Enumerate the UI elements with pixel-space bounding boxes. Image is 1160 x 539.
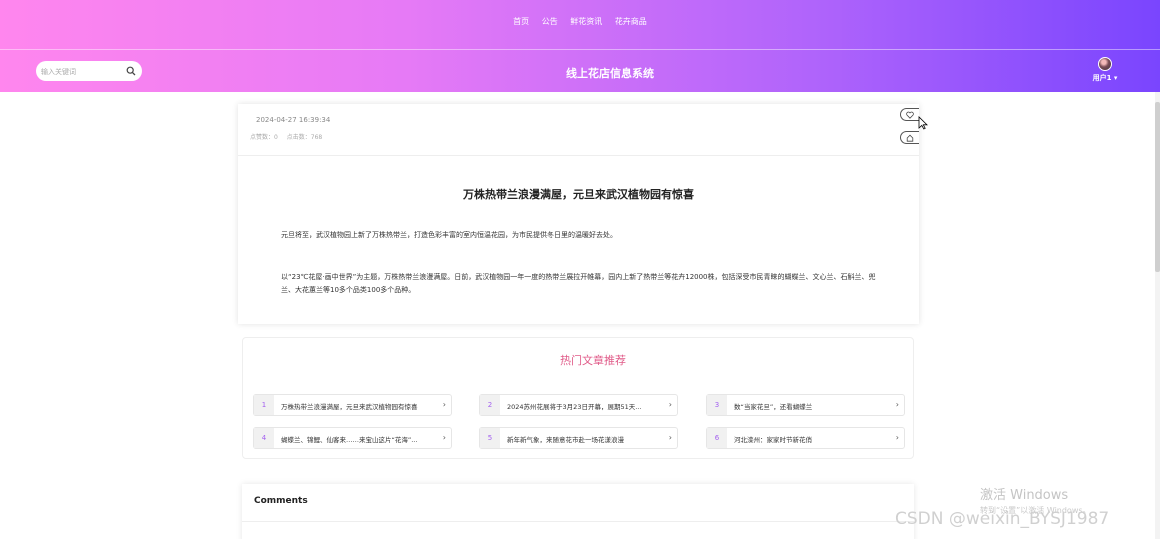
- home-icon: [906, 134, 914, 142]
- article-stats: 点赞数：0 点击数：768: [250, 132, 329, 141]
- hot-articles-title: 热门文章推荐: [560, 354, 626, 367]
- comments-title: Comments: [254, 496, 308, 506]
- header: 首页 公告 鲜花资讯 花卉商品 输入关键词 线上花店信息系统 用户1 ▾: [0, 0, 1160, 92]
- hot-article-title: 新年新气象，来随意花市赴一场花漾浪漫: [507, 436, 624, 444]
- view-count: 点击数：768: [286, 134, 323, 141]
- chevron-down-icon: ▾: [1113, 74, 1118, 82]
- hot-article-item[interactable]: 1 万株热带兰浪漫满屋，元旦来武汉植物园有惊喜 ›: [253, 394, 452, 416]
- scrollbar[interactable]: [1155, 92, 1160, 539]
- chevron-right-icon: ›: [895, 433, 899, 442]
- hot-articles-panel: 热门文章推荐 1 万株热带兰浪漫满屋，元旦来武汉植物园有惊喜 › 2 2024苏…: [242, 337, 914, 459]
- comments-section: Comments: [242, 484, 914, 539]
- article-date: 2024-04-27 16:39:34: [256, 116, 331, 124]
- nav-item-flower-goods[interactable]: 花卉商品: [615, 16, 647, 27]
- hot-article-rank: 6: [707, 428, 727, 448]
- article-title: 万株热带兰浪漫满屋，元旦来武汉植物园有惊喜: [463, 188, 694, 201]
- article-divider: [238, 155, 919, 156]
- chevron-right-icon: ›: [442, 433, 446, 442]
- hot-article-item[interactable]: 2 2024苏州花展将于3月23日开幕，展期51天... ›: [479, 394, 678, 416]
- hot-article-title: 数“当家花旦”，还看蝴蝶兰: [734, 403, 813, 411]
- mouse-cursor-icon: [918, 116, 928, 130]
- collect-button[interactable]: [900, 131, 919, 144]
- article-card: 2024-04-27 16:39:34 点赞数：0 点击数：768 万株热带兰浪…: [238, 104, 919, 324]
- nav-item-home[interactable]: 首页: [513, 16, 529, 27]
- site-title: 线上花店信息系统: [566, 67, 654, 80]
- hot-article-rank: 3: [707, 395, 727, 415]
- hot-article-rank: 4: [254, 428, 274, 448]
- hot-article-item[interactable]: 6 河北滦州：家家时节新花俏 ›: [706, 427, 905, 449]
- nav-item-notice[interactable]: 公告: [542, 16, 558, 27]
- top-nav: 首页 公告 鲜花资讯 花卉商品: [0, 16, 1160, 27]
- header-divider: [0, 49, 1160, 50]
- username: 用户1: [1092, 74, 1112, 82]
- hot-article-rank: 1: [254, 395, 274, 415]
- article-paragraph: 元旦将至，武汉植物园上新了万株热带兰，打造色彩丰富的室内恒温花园，为市民提供冬日…: [281, 231, 617, 239]
- hot-article-item[interactable]: 3 数“当家花旦”，还看蝴蝶兰 ›: [706, 394, 905, 416]
- hot-article-rank: 5: [480, 428, 500, 448]
- hot-article-rank: 2: [480, 395, 500, 415]
- hot-article-title: 2024苏州花展将于3月23日开幕，展期51天...: [507, 403, 642, 411]
- hot-article-title: 河北滦州：家家时节新花俏: [734, 436, 812, 444]
- like-button[interactable]: [900, 108, 919, 121]
- chevron-right-icon: ›: [895, 400, 899, 409]
- user-menu[interactable]: 用户1 ▾: [1088, 57, 1122, 85]
- csdn-watermark: CSDN @weixin_BYSJ1987: [895, 509, 1110, 529]
- article-paragraph: 以“23℃花屋·画中世界”为主题，万株热带兰浪漫满屋。日前，武汉植物园一年一度的…: [281, 273, 876, 294]
- heart-icon: [906, 111, 914, 119]
- hot-article-title: 万株热带兰浪漫满屋，元旦来武汉植物园有惊喜: [281, 403, 418, 411]
- nav-item-flower-news[interactable]: 鲜花资讯: [570, 16, 602, 27]
- chevron-right-icon: ›: [668, 433, 672, 442]
- scrollbar-thumb[interactable]: [1155, 102, 1160, 272]
- comments-divider: [242, 521, 914, 522]
- hot-article-item[interactable]: 4 蝴蝶兰、锦鲤、仙客来……来宝山这片“花海”... ›: [253, 427, 452, 449]
- hot-article-item[interactable]: 5 新年新气象，来随意花市赴一场花漾浪漫 ›: [479, 427, 678, 449]
- windows-activation-title: 激活 Windows: [980, 488, 1069, 503]
- hot-article-title: 蝴蝶兰、锦鲤、仙客来……来宝山这片“花海”...: [281, 436, 418, 444]
- avatar[interactable]: [1098, 57, 1112, 71]
- like-count: 点赞数：0: [250, 134, 278, 141]
- chevron-right-icon: ›: [668, 400, 672, 409]
- chevron-right-icon: ›: [442, 400, 446, 409]
